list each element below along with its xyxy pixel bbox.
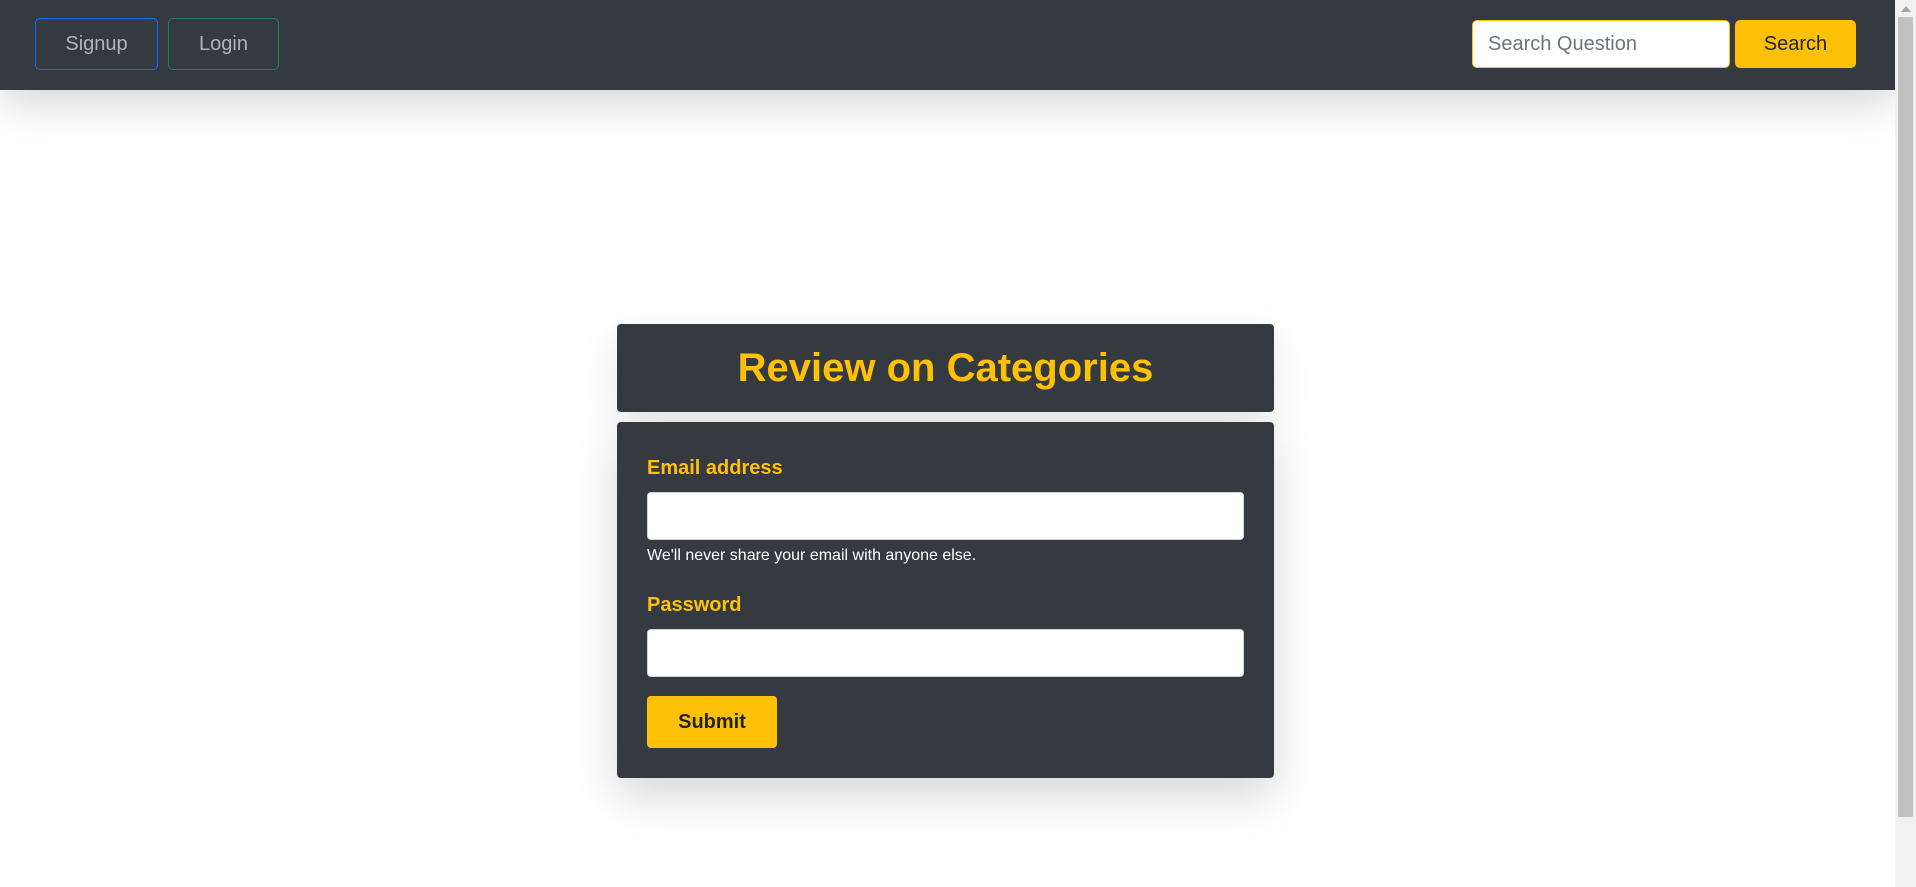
email-help-text: We'll never share your email with anyone… <box>647 547 977 564</box>
signup-button[interactable]: Signup <box>35 18 158 70</box>
email-label: Email address <box>647 457 783 479</box>
navbar: Signup Login Search <box>0 0 1895 90</box>
search-input[interactable] <box>1472 20 1730 68</box>
password-field[interactable] <box>647 629 1244 677</box>
email-field[interactable] <box>647 492 1244 540</box>
submit-button[interactable]: Submit <box>647 696 777 748</box>
login-button[interactable]: Login <box>168 18 279 70</box>
scrollbar[interactable] <box>1895 0 1916 887</box>
scroll-up-arrow-icon[interactable] <box>1895 0 1916 17</box>
password-label: Password <box>647 594 742 616</box>
scrollbar-thumb[interactable] <box>1898 17 1913 817</box>
title-card: Review on Categories <box>617 324 1274 412</box>
login-form: Email address We'll never share your ema… <box>617 422 1274 778</box>
search-button[interactable]: Search <box>1735 20 1856 68</box>
page-title: Review on Categories <box>737 345 1154 390</box>
